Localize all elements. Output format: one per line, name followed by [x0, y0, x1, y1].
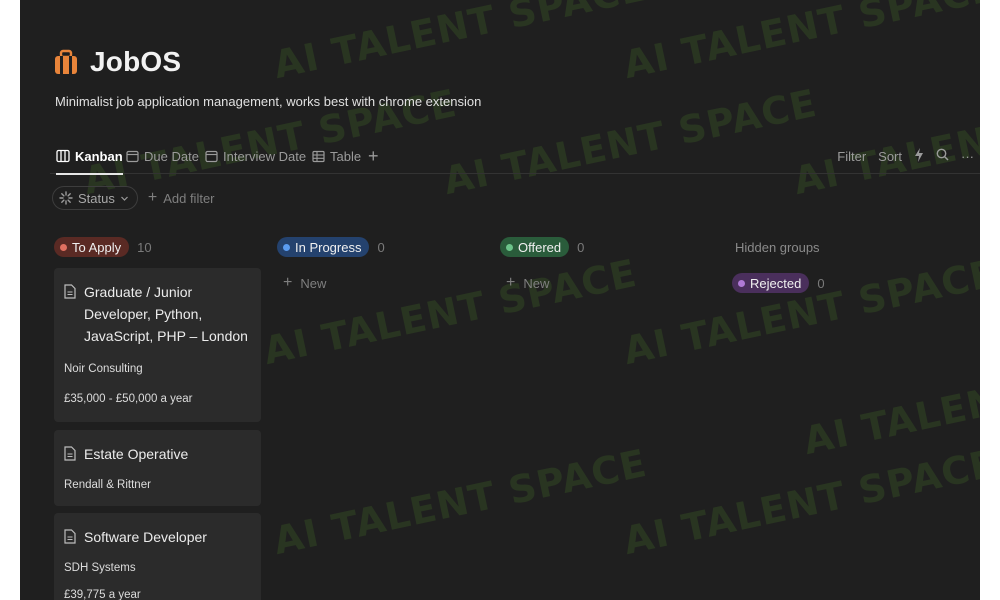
- new-card-label: New: [523, 275, 550, 291]
- tab-label: Table: [330, 148, 362, 164]
- card-salary: £35,000 - £50,000 a year: [64, 393, 193, 405]
- column-in-progress: In Progress 0 + New: [277, 236, 385, 292]
- view-toolbar: Filter Sort ···: [837, 140, 974, 172]
- add-filter-label: Add filter: [163, 190, 215, 206]
- card-company: Rendall & Rittner: [64, 479, 151, 491]
- board-icon: [56, 149, 70, 163]
- column-count: 10: [137, 239, 152, 255]
- hidden-group-rejected[interactable]: Rejected 0: [732, 273, 825, 293]
- watermark: AI TALENT SPACE: [269, 0, 651, 88]
- sort-button[interactable]: Sort: [878, 149, 902, 164]
- document-icon: [64, 446, 76, 461]
- watermark: AI TALENT SPACE: [619, 0, 980, 88]
- document-icon: [64, 284, 76, 299]
- tab-due-date[interactable]: Due Date: [126, 140, 199, 172]
- status-dot: [506, 243, 513, 251]
- watermark: AI TALENT SPACE: [269, 440, 651, 564]
- calendar-icon: [126, 150, 139, 162]
- app-window: AI TALENT SPACE AI TALENT SPACE AI TALEN…: [20, 0, 980, 600]
- filter-button[interactable]: Filter: [837, 149, 866, 164]
- card-title: Software Developer: [84, 529, 207, 545]
- tab-table[interactable]: Table: [312, 140, 361, 172]
- card-company: Noir Consulting: [64, 363, 143, 375]
- job-card[interactable]: Estate Operative Rendall & Rittner: [54, 430, 261, 506]
- watermark: AI TALENT SPACE: [619, 250, 980, 374]
- card-company: SDH Systems: [64, 562, 136, 574]
- column-count: 0: [377, 239, 385, 255]
- tab-label: Kanban: [75, 148, 123, 164]
- watermark: AI TALENT SPACE: [619, 440, 980, 564]
- job-card[interactable]: Software Developer SDH Systems £39,775 a…: [54, 513, 261, 600]
- status-filter-chip[interactable]: Status: [52, 186, 138, 210]
- page-header: JobOS: [54, 46, 181, 78]
- loading-icon: [59, 191, 73, 205]
- calendar-icon: [205, 150, 218, 162]
- more-options-button[interactable]: ···: [961, 149, 974, 164]
- document-icon: [64, 529, 76, 544]
- tab-label: Interview Date: [223, 148, 307, 164]
- new-card-button[interactable]: + New: [506, 274, 584, 292]
- column-label: Offered: [518, 239, 562, 255]
- card-salary: £39,775 a year: [64, 589, 141, 600]
- column-count: 0: [817, 275, 825, 291]
- briefcase-icon: [54, 49, 78, 75]
- status-dot: [283, 243, 290, 251]
- new-card-button[interactable]: + New: [283, 274, 385, 292]
- add-filter-button[interactable]: + Add filter: [148, 189, 215, 207]
- status-chip-label: Status: [78, 190, 115, 206]
- table-icon: [312, 150, 325, 162]
- tab-label: Due Date: [144, 148, 199, 164]
- view-tabs: Kanban Due Date Interview Date Table + F…: [50, 140, 980, 175]
- column-to-apply: To Apply 10: [54, 236, 152, 258]
- add-view-button[interactable]: +: [368, 140, 379, 172]
- status-dot: [738, 279, 745, 287]
- new-card-label: New: [300, 275, 327, 291]
- filter-bar: Status + Add filter: [52, 186, 215, 210]
- page-description: Minimalist job application management, w…: [55, 94, 482, 109]
- hidden-groups-label: Hidden groups: [735, 240, 820, 255]
- plus-icon: +: [147, 189, 158, 206]
- plus-icon: +: [506, 274, 516, 291]
- column-label: In Progress: [295, 239, 362, 255]
- column-offered: Offered 0 + New: [500, 236, 584, 292]
- tab-interview-date[interactable]: Interview Date: [205, 140, 306, 172]
- status-badge[interactable]: In Progress: [277, 237, 370, 257]
- status-badge[interactable]: Rejected: [732, 273, 810, 293]
- column-label: To Apply: [72, 239, 122, 255]
- chevron-down-icon: [120, 196, 128, 201]
- column-label: Rejected: [750, 275, 802, 291]
- status-badge[interactable]: Offered: [500, 237, 570, 257]
- plus-icon: +: [368, 145, 379, 166]
- status-badge[interactable]: To Apply: [54, 237, 130, 257]
- card-title: Graduate / Junior Developer, Python, Jav…: [84, 284, 248, 344]
- search-icon[interactable]: [936, 148, 949, 164]
- status-dot: [60, 243, 67, 251]
- tab-kanban[interactable]: Kanban: [56, 140, 123, 175]
- watermark: AI TALENT SPACE: [799, 341, 980, 464]
- plus-icon: +: [283, 274, 293, 291]
- job-card[interactable]: Graduate / Junior Developer, Python, Jav…: [54, 268, 261, 422]
- page-title[interactable]: JobOS: [90, 46, 181, 78]
- column-count: 0: [577, 239, 585, 255]
- lightning-icon[interactable]: [914, 147, 924, 165]
- card-title: Estate Operative: [84, 446, 189, 462]
